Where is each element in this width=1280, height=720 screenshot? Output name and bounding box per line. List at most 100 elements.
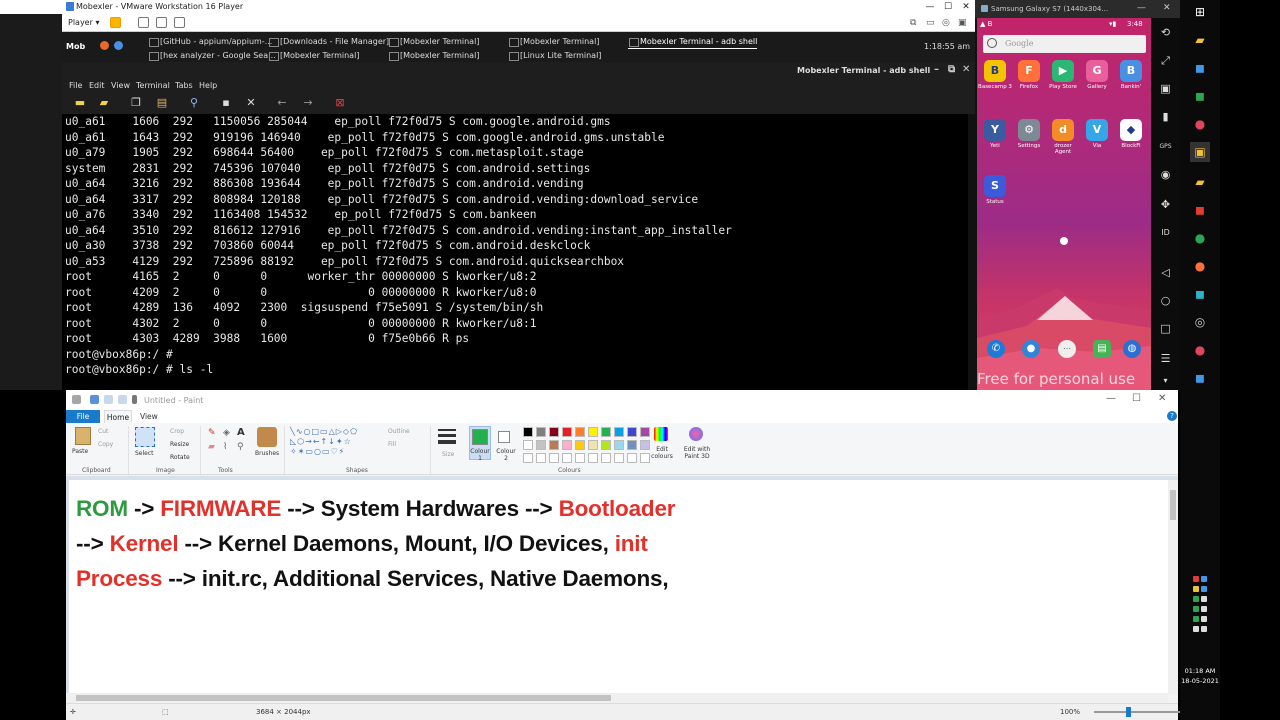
close-button[interactable]: ✕ bbox=[957, 0, 975, 14]
active-app-taskbar-icon[interactable]: ▣ bbox=[1190, 142, 1210, 162]
size-button[interactable]: Size bbox=[442, 451, 454, 458]
app-launcher-icon[interactable]: d drozer Agent bbox=[1046, 119, 1080, 155]
vmware-taskbar-icon[interactable]: ◼ bbox=[1190, 58, 1210, 78]
palette-swatch[interactable] bbox=[640, 440, 650, 450]
palette-swatch[interactable] bbox=[601, 440, 611, 450]
text-icon[interactable]: A bbox=[237, 427, 245, 438]
minimize-button[interactable]: — bbox=[921, 0, 939, 14]
tab-home[interactable]: Home bbox=[104, 410, 132, 423]
select-icon[interactable] bbox=[135, 427, 155, 447]
phone-screen[interactable]: ▲ B ▾▮ 3:48 Google ✆ ● ⋯ ▤ ◍ Free for pe… bbox=[977, 18, 1151, 390]
preferences-icon[interactable]: ✕ bbox=[245, 97, 257, 109]
volume-icon[interactable] bbox=[1201, 616, 1207, 622]
guest-launcher[interactable]: Mob bbox=[66, 42, 85, 51]
browser-icon[interactable]: ◍ bbox=[1123, 340, 1141, 358]
recents-icon[interactable]: □ bbox=[1159, 322, 1172, 335]
guest-task[interactable]: [Mobexler Terminal] bbox=[388, 35, 479, 48]
search-icon[interactable]: ⚲ bbox=[188, 97, 200, 109]
chrome-icon[interactable] bbox=[114, 41, 123, 50]
paste-button[interactable]: Paste bbox=[72, 448, 88, 455]
maximize-icon[interactable]: ⧉ bbox=[948, 64, 955, 75]
firefox-icon[interactable]: ● bbox=[1190, 256, 1210, 276]
brushes-icon[interactable] bbox=[257, 427, 277, 447]
palette-swatch[interactable] bbox=[588, 427, 598, 437]
screen-size-icon[interactable]: ⤢ bbox=[1159, 54, 1172, 67]
menu-terminal[interactable]: Terminal bbox=[136, 81, 170, 90]
app-launcher-icon[interactable]: F Firefox bbox=[1012, 60, 1046, 90]
palette-swatch[interactable] bbox=[627, 427, 637, 437]
palette-swatch[interactable] bbox=[523, 440, 533, 450]
palette-swatch[interactable] bbox=[549, 440, 559, 450]
copy-button[interactable]: Copy bbox=[98, 441, 113, 448]
shapes-gallery[interactable]: ╲∿○□▭△▷◇⬠ ◺⬡→←↑↓✦☆ ✧✶▭○▭♡⚡ bbox=[290, 427, 378, 457]
paste-icon[interactable] bbox=[75, 427, 91, 445]
app-taskbar-icon[interactable]: ● bbox=[1190, 114, 1210, 134]
palette-swatch-empty[interactable] bbox=[562, 453, 572, 463]
palette-swatch-empty[interactable] bbox=[588, 453, 598, 463]
unity-icon[interactable] bbox=[174, 17, 185, 28]
tray-icon[interactable] bbox=[1193, 586, 1199, 592]
app-taskbar-icon[interactable]: ● bbox=[1190, 340, 1210, 360]
maximize-icon[interactable]: ☐ bbox=[1132, 393, 1141, 404]
app-launcher-icon[interactable]: Y Yeti bbox=[978, 119, 1012, 149]
minimize-icon[interactable]: — bbox=[1106, 393, 1116, 404]
app-drawer-icon[interactable]: ⋯ bbox=[1058, 340, 1076, 358]
sound-icon[interactable]: ◎ bbox=[942, 18, 950, 28]
menu-view[interactable]: View bbox=[111, 81, 130, 90]
home-icon[interactable]: ○ bbox=[1159, 294, 1172, 307]
guest-task[interactable]: [Mobexler Terminal] bbox=[388, 49, 479, 62]
palette-swatch[interactable] bbox=[575, 427, 585, 437]
phone-app-icon[interactable]: ✆ bbox=[987, 340, 1005, 358]
edit-colours-button[interactable]: Edit colours bbox=[648, 446, 676, 460]
menu-file[interactable]: File bbox=[69, 81, 82, 90]
size-line[interactable] bbox=[438, 434, 456, 437]
paint-taskbar-icon[interactable]: ◼ bbox=[1190, 368, 1210, 388]
palette-swatch[interactable] bbox=[588, 440, 598, 450]
menu-help[interactable]: Help bbox=[199, 81, 217, 90]
undo-icon[interactable] bbox=[104, 395, 113, 404]
fullscreen-icon[interactable]: ▪ bbox=[220, 97, 232, 109]
palette-swatch[interactable] bbox=[549, 427, 559, 437]
zoom-slider-knob[interactable] bbox=[1126, 707, 1131, 717]
close-icon[interactable]: ✕ bbox=[962, 64, 970, 75]
horizontal-scrollbar[interactable] bbox=[66, 693, 1168, 703]
firefox-icon[interactable] bbox=[100, 41, 109, 50]
app-taskbar-icon[interactable]: ◼ bbox=[1190, 86, 1210, 106]
tab-file[interactable]: File bbox=[66, 410, 100, 423]
minimize-icon[interactable]: — bbox=[1137, 3, 1146, 13]
zoom-slider[interactable] bbox=[1094, 707, 1180, 717]
fullscreen-icon[interactable] bbox=[156, 17, 167, 28]
guest-task[interactable]: [Downloads - File Manager] bbox=[268, 35, 389, 48]
contacts-icon[interactable]: ● bbox=[1022, 340, 1040, 358]
menu-icon[interactable]: ☰ bbox=[1159, 352, 1172, 365]
drawing-canvas[interactable]: ROM -> FIRMWARE --> System Hardwares -->… bbox=[69, 480, 1169, 694]
palette-swatch-empty[interactable] bbox=[640, 453, 650, 463]
brushes-button[interactable]: Brushes bbox=[255, 450, 279, 457]
customize-icon[interactable] bbox=[132, 395, 137, 404]
guest-task[interactable]: [GitHub - appium/appium-... bbox=[148, 35, 272, 48]
folder-icon[interactable]: ▰ bbox=[1190, 172, 1210, 192]
palette-swatch-empty[interactable] bbox=[549, 453, 559, 463]
start-icon[interactable]: ⊞ bbox=[1190, 2, 1210, 22]
palette-swatch[interactable] bbox=[614, 440, 624, 450]
system-clock[interactable]: 01:18 AM 18-05-2021 bbox=[1180, 666, 1220, 686]
pencil-icon[interactable]: ✎ bbox=[208, 428, 216, 438]
forward-icon[interactable]: → bbox=[302, 97, 314, 109]
tray-icon[interactable] bbox=[1201, 606, 1207, 612]
minimize-icon[interactable]: – bbox=[934, 64, 939, 75]
app-launcher-icon[interactable]: B Basecamp 3 bbox=[978, 60, 1012, 90]
outline-button[interactable]: Outline bbox=[388, 428, 410, 435]
app-launcher-icon[interactable]: V Via bbox=[1080, 119, 1114, 149]
terminal-scrollbar[interactable] bbox=[968, 114, 975, 390]
back-icon[interactable]: ← bbox=[276, 97, 288, 109]
tray-icon[interactable] bbox=[1201, 586, 1207, 592]
messages-icon[interactable]: ▤ bbox=[1093, 340, 1111, 358]
tray-icon[interactable] bbox=[1193, 616, 1199, 622]
file-explorer-icon[interactable]: ▰ bbox=[1190, 30, 1210, 50]
pause-icon[interactable] bbox=[110, 17, 121, 28]
tray-icon[interactable] bbox=[1193, 606, 1199, 612]
google-search-bar[interactable]: Google bbox=[983, 35, 1146, 53]
tray-icon[interactable] bbox=[1201, 576, 1207, 582]
camera-icon[interactable]: ▣ bbox=[1159, 82, 1172, 95]
guest-task-active[interactable]: Mobexler Terminal - adb shell bbox=[628, 35, 758, 49]
